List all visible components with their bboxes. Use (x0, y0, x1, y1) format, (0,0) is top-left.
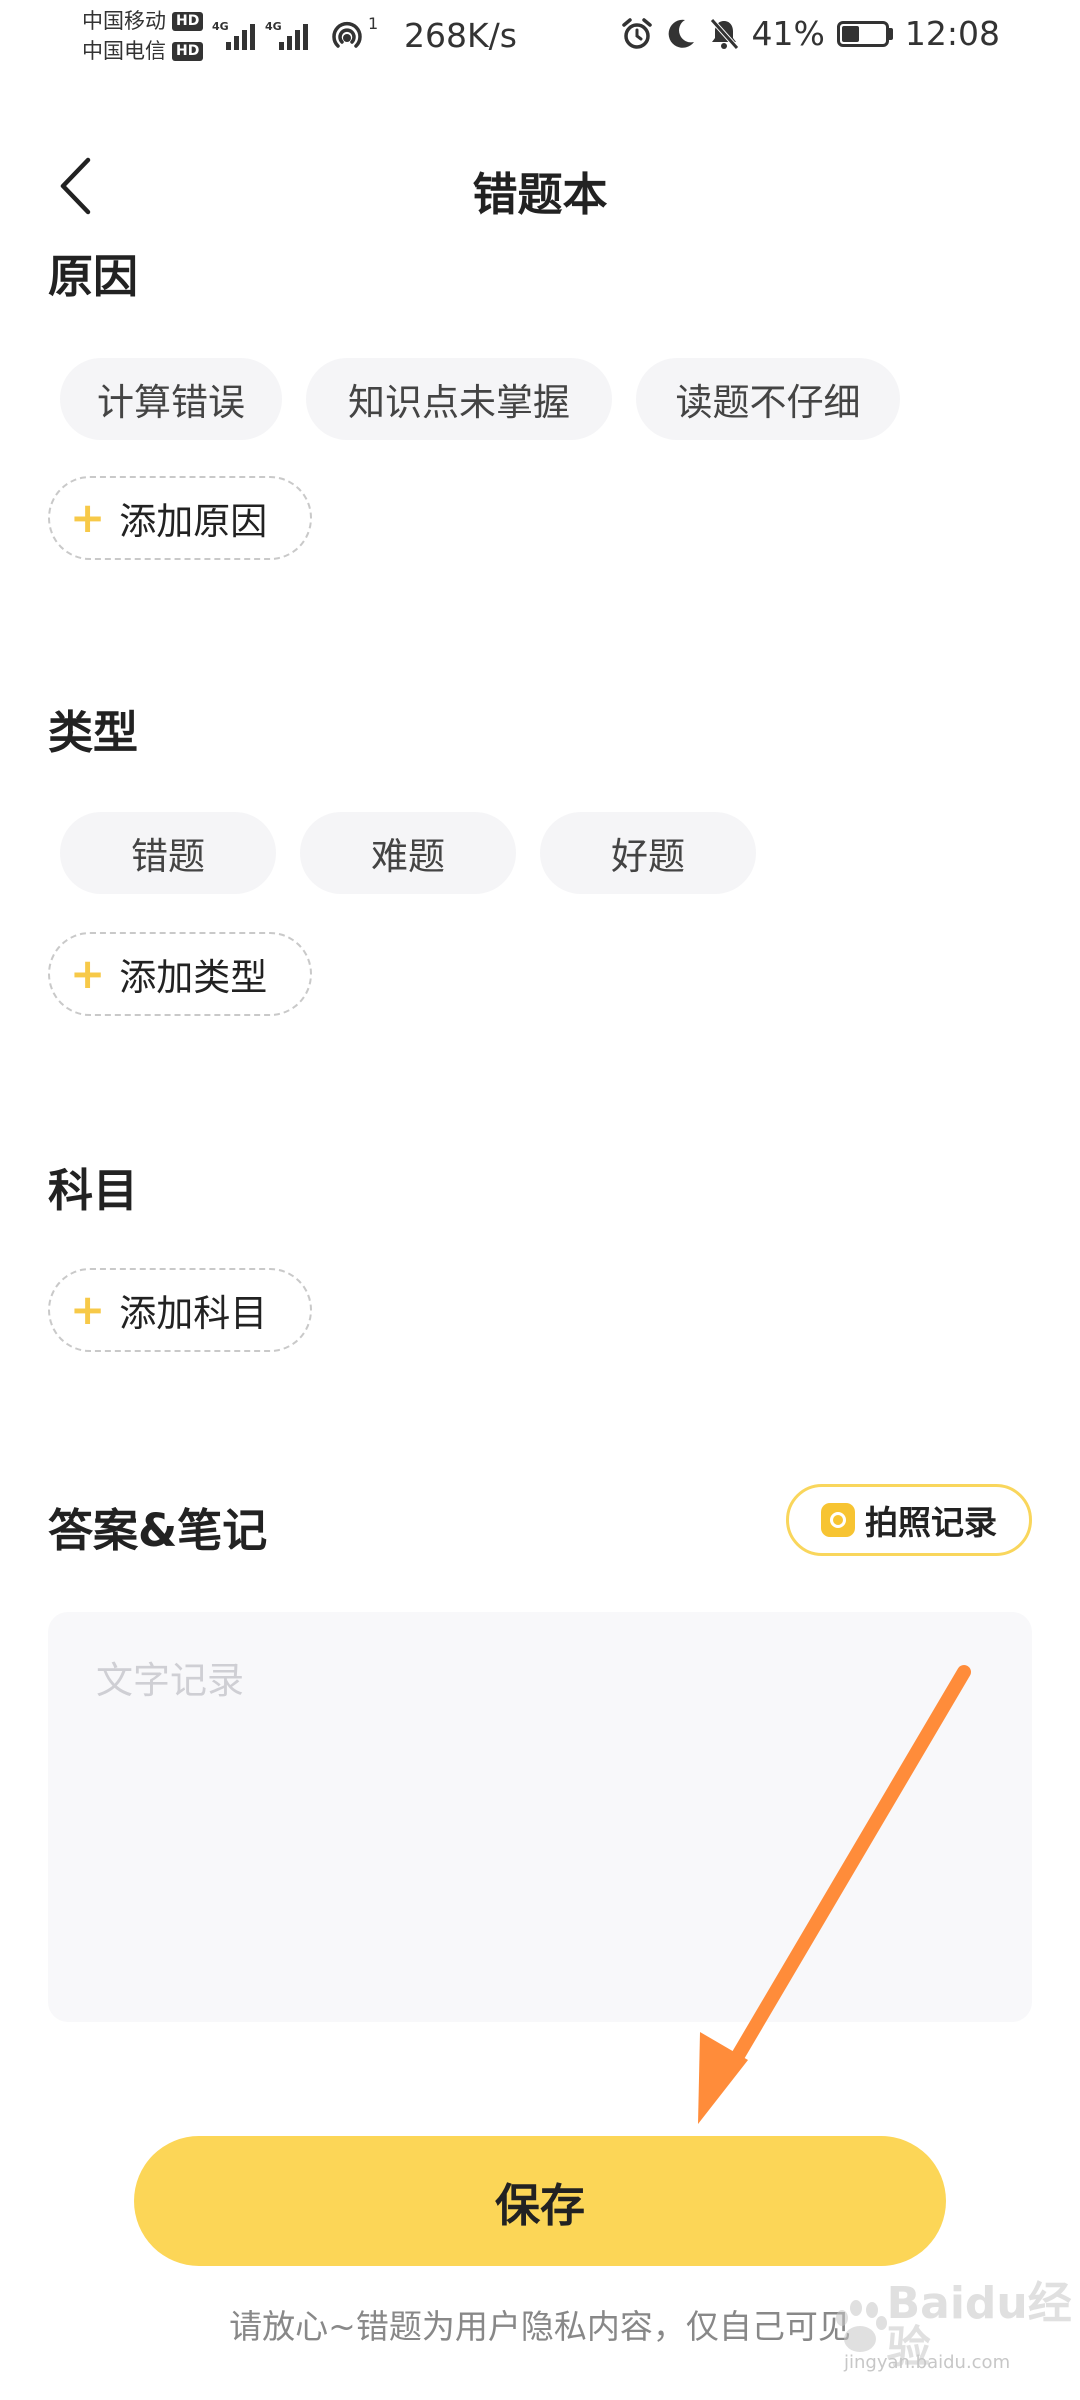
type-chip-good[interactable]: 好题 (540, 812, 756, 894)
battery-icon (836, 20, 893, 47)
add-subject-button[interactable]: + 添加科目 (48, 1268, 312, 1352)
carrier-info: 中国移动 HD 中国电信 HD (82, 6, 204, 66)
plus-icon: + (70, 949, 106, 998)
photo-record-label: 拍照记录 (865, 1503, 997, 1542)
save-button[interactable]: 保存 (134, 2136, 946, 2266)
signal-2-icon: 4G (265, 20, 308, 50)
camera-icon (821, 1503, 855, 1537)
hd-badge-2: HD (172, 41, 204, 61)
reason-chip-calculation-error[interactable]: 计算错误 (60, 358, 282, 440)
type-chip-hard[interactable]: 难题 (300, 812, 516, 894)
carrier-2: 中国电信 (82, 39, 166, 63)
signal-indicators: 4G 4G (212, 18, 308, 50)
carrier-1: 中国移动 (82, 9, 166, 33)
battery-fill (841, 25, 860, 42)
type-chip-wrong[interactable]: 错题 (60, 812, 276, 894)
status-bar: 中国移动 HD 中国电信 HD 4G 4G 1 268K/s 41% 12:08 (0, 0, 1080, 80)
add-type-button[interactable]: + 添加类型 (48, 932, 312, 1016)
reason-chip-careless-reading[interactable]: 读题不仔细 (636, 358, 900, 440)
bell-muted-icon (709, 17, 739, 50)
network-gen-2: 4G (265, 20, 282, 33)
page-title: 错题本 (472, 168, 608, 221)
hd-badge-1: HD (172, 11, 204, 31)
status-right: 41% 12:08 (620, 14, 1000, 53)
reason-chip-knowledge-gap[interactable]: 知识点未掌握 (306, 358, 612, 440)
clock: 12:08 (904, 14, 1000, 53)
add-reason-label: 添加原因 (119, 500, 268, 543)
hotspot-count: 1 (368, 14, 379, 33)
signal-1-icon: 4G (212, 20, 255, 50)
moon-icon (668, 19, 694, 48)
add-type-label: 添加类型 (119, 956, 268, 999)
alarm-icon (621, 17, 652, 49)
note-text-input[interactable] (48, 1612, 1032, 2022)
watermark-site: jingyan.baidu.com (844, 2352, 1011, 2373)
network-gen-1: 4G (212, 20, 229, 33)
add-reason-button[interactable]: + 添加原因 (48, 476, 312, 560)
subjects-section-title: 科目 (48, 1164, 139, 1217)
net-speed: 268K/s (404, 16, 517, 55)
add-subject-label: 添加科目 (119, 1292, 268, 1335)
hotspot-icon: 1 (330, 14, 378, 54)
types-section-title: 类型 (48, 706, 139, 759)
notes-section-title: 答案&笔记 (48, 1504, 268, 1557)
reasons-section-title: 原因 (48, 250, 139, 303)
paw-logo-icon (830, 2296, 887, 2356)
plus-icon: + (70, 1285, 106, 1334)
battery-level: 41% (751, 14, 825, 53)
photo-record-button[interactable]: 拍照记录 (786, 1484, 1032, 1556)
plus-icon: + (70, 493, 106, 542)
